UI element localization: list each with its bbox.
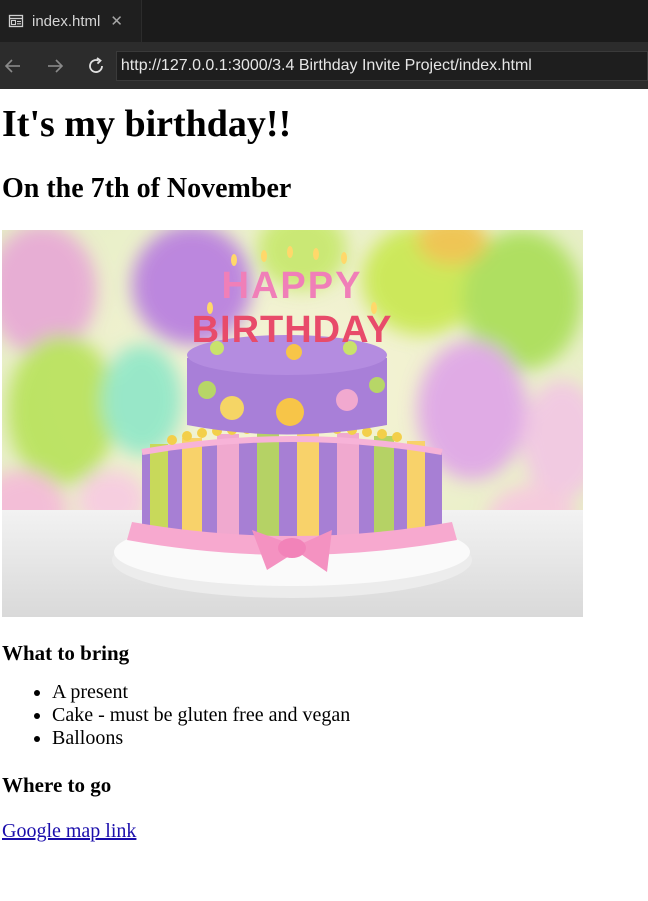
bring-heading: What to bring <box>2 640 130 665</box>
bring-list: A present Cake - must be gluten free and… <box>2 681 646 750</box>
back-arrow-icon[interactable] <box>2 55 24 77</box>
birthday-text: BIRTHDAY <box>192 309 393 351</box>
tab-title: index.html <box>32 12 101 30</box>
page-icon <box>8 13 24 29</box>
date-heading: On the 7th of November <box>2 172 292 204</box>
where-heading: Where to go <box>2 773 112 798</box>
page-content: It's my birthday!! On the 7th of Novembe… <box>0 103 648 843</box>
google-map-link[interactable]: Google map link <box>2 820 136 843</box>
close-icon[interactable]: ✕ <box>110 12 123 30</box>
url-text: http://127.0.0.1:3000/3.4 Birthday Invit… <box>120 56 532 74</box>
happy-text: HAPPY <box>222 265 363 307</box>
list-item: A present <box>52 681 646 704</box>
tab-bar: index.html ✕ <box>0 0 648 42</box>
tab-index[interactable]: index.html ✕ <box>0 0 142 42</box>
address-bar[interactable]: http://127.0.0.1:3000/3.4 Birthday Invit… <box>115 50 648 81</box>
forward-arrow-icon[interactable] <box>44 55 66 77</box>
page-title: It's my birthday!! <box>2 103 292 145</box>
list-item: Balloons <box>52 727 646 750</box>
navigation-bar: http://127.0.0.1:3000/3.4 Birthday Invit… <box>0 42 648 89</box>
list-item: Cake - must be gluten free and vegan <box>52 704 646 727</box>
reload-icon[interactable] <box>85 55 107 77</box>
birthday-cake-image: HAPPY BIRTHDAY <box>2 229 583 617</box>
